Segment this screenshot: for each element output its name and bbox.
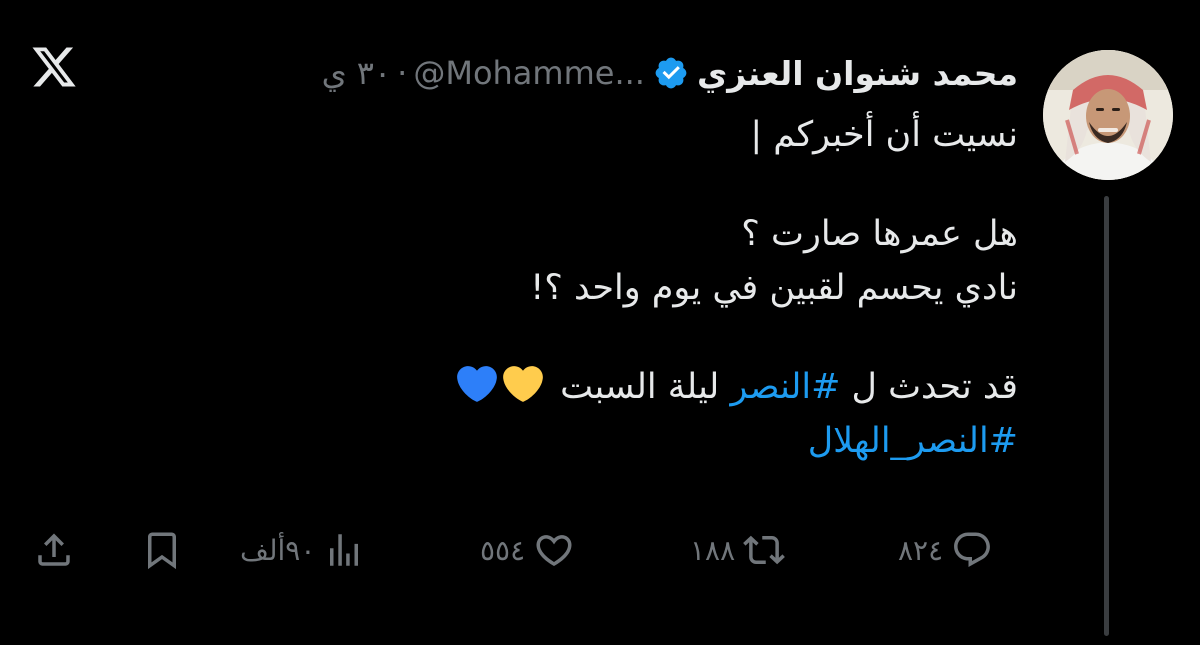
- tweet-line: نادي يحسم لقبين في يوم واحد ؟!: [530, 268, 1018, 308]
- tweet-line: هل عمرها صارت ؟: [741, 214, 1018, 254]
- share-icon: [38, 533, 70, 566]
- tweet-line-hashtags: #النصر_الهلال: [188, 414, 1018, 468]
- like-button[interactable]: ٥٥٤: [480, 526, 575, 574]
- user-handle[interactable]: @Mohamme...: [413, 54, 645, 92]
- separator-dot: ·: [397, 54, 408, 92]
- replies-count: ٨٢٤: [898, 533, 944, 567]
- display-name[interactable]: محمد شنوان العنزي: [697, 54, 1018, 93]
- x-logo-icon[interactable]: [30, 43, 78, 91]
- verified-badge-icon: [655, 57, 687, 89]
- avatar[interactable]: [1043, 50, 1173, 180]
- tweet-text-fragment: قد تحدث ل: [840, 367, 1018, 407]
- repost-icon: [743, 535, 786, 565]
- views-count: ٩٠ألف: [240, 533, 316, 567]
- hashtag-link[interactable]: #النصر: [730, 367, 840, 407]
- yellow-heart-icon: [503, 366, 543, 402]
- tweet-time[interactable]: ٣٠ ي: [322, 54, 392, 92]
- thread-line: [1104, 196, 1109, 636]
- views-chart-icon: [330, 534, 359, 566]
- avatar-photo: [1043, 50, 1173, 180]
- share-button[interactable]: [30, 526, 78, 574]
- views-button[interactable]: ٩٠ألف: [240, 526, 365, 574]
- tweet-line-hashtag: قد تحدث ل #النصر ليلة السبت: [188, 360, 1018, 414]
- tweet-text-fragment: ليلة السبت: [548, 367, 731, 407]
- tweet-body: نسيت أن أخبركم | هل عمرها صارت ؟ نادي يح…: [188, 108, 1018, 468]
- reposts-count: ١٨٨: [690, 533, 736, 567]
- bookmark-icon: [148, 532, 176, 570]
- tweet-header: محمد شنوان العنزي @Mohamme... · ٣٠ ي: [322, 48, 1018, 98]
- repost-button[interactable]: ١٨٨: [690, 526, 786, 574]
- heart-icon: [536, 535, 572, 567]
- reply-button[interactable]: ٨٢٤: [898, 526, 993, 574]
- likes-count: ٥٥٤: [480, 533, 526, 567]
- bookmark-button[interactable]: [138, 526, 186, 574]
- blue-heart-icon: [457, 366, 497, 402]
- tweet-line: نسيت أن أخبركم |: [750, 115, 1018, 155]
- reply-icon: [954, 532, 991, 567]
- hashtag-link[interactable]: #النصر_الهلال: [808, 421, 1018, 461]
- action-bar: ٩٠ألف ٥٥٤ ١٨٨ ٨٢٤: [30, 520, 1030, 580]
